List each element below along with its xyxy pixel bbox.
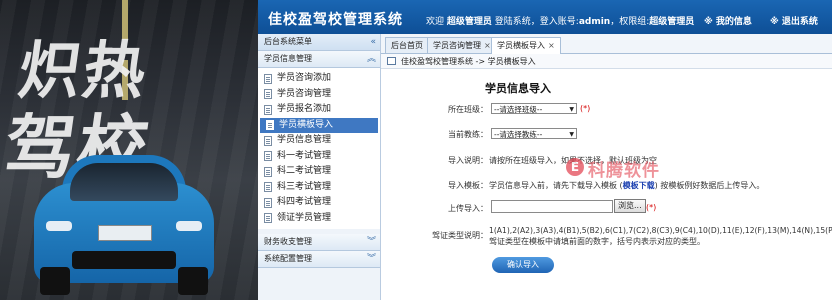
tab-bar: 后台首页 学员咨询管理 × 学员横板导入 × bbox=[381, 34, 832, 54]
tab-label: 后台首页 bbox=[391, 41, 423, 50]
account: admin bbox=[578, 17, 611, 27]
coach-label: 当前教练： bbox=[448, 130, 488, 139]
document-icon bbox=[264, 166, 272, 177]
sidebar-item-consult-manage[interactable]: 学员咨询管理 bbox=[258, 87, 380, 103]
document-icon bbox=[264, 197, 272, 208]
note-label: 导入说明： bbox=[448, 156, 488, 165]
sidebar-item-label: 学员咨询管理 bbox=[277, 88, 332, 99]
watermark-logo: E bbox=[566, 158, 584, 176]
sidebar-item-label: 领证学员管理 bbox=[277, 212, 332, 223]
tab-home[interactable]: 后台首页 bbox=[385, 37, 429, 53]
sidebar-item-template-import[interactable]: 学员横板导入 bbox=[260, 117, 378, 133]
license-line-1: 1(A1),2(A2),3(A3),4(B1),5(B2),6(C1),7(C2… bbox=[489, 226, 832, 235]
sidebar-list: 学员咨询添加 学员咨询管理 学员报名添加 学员横板导入 学员信息管理 科一考试管… bbox=[258, 68, 380, 229]
sidebar-item-label: 学员咨询添加 bbox=[277, 73, 332, 83]
sidebar-group-label: 系统配置管理 bbox=[264, 254, 312, 263]
sidebar-item-exam-4[interactable]: 科四考试管理 bbox=[258, 195, 380, 211]
class-select-value: --请选择班级-- bbox=[494, 105, 543, 114]
my-info-link[interactable]: ※ 我的信息 bbox=[704, 14, 752, 27]
upload-label: 上传导入： bbox=[448, 204, 488, 213]
chevron-down-icon: ︾ bbox=[366, 237, 376, 247]
document-icon bbox=[264, 104, 272, 115]
window-icon bbox=[387, 57, 396, 65]
top-header: 佳校盈驾校管理系统 欢迎 超级管理员 登陆系统，登入账号:admin，权限组:超… bbox=[258, 0, 832, 34]
collapse-left-icon[interactable]: « bbox=[370, 34, 376, 50]
template-text: 学员信息导入前，请先下载导入模板 (模板下载) 按模板例好数据后上传导入。 bbox=[489, 180, 764, 191]
welcome-prefix: 欢迎 bbox=[426, 17, 445, 27]
browse-button[interactable]: 浏览... bbox=[614, 199, 646, 213]
sidebar-item-enroll-add[interactable]: 学员报名添加 bbox=[258, 102, 380, 118]
sidebar-item-license[interactable]: 领证学员管理 bbox=[258, 211, 380, 227]
chevron-down-icon: ︾ bbox=[366, 254, 376, 264]
breadcrumb: 佳校盈驾校管理系统 -> 学员横板导入 bbox=[381, 54, 832, 69]
tab-label: 学员咨询管理 bbox=[433, 41, 481, 50]
breadcrumb-text: 佳校盈驾校管理系统 -> 学员横板导入 bbox=[401, 57, 536, 66]
sidebar-group-finance[interactable]: 财务收支管理 ︾ bbox=[258, 234, 380, 251]
document-icon bbox=[264, 182, 272, 193]
sidebar-item-label: 科三考试管理 bbox=[277, 181, 332, 192]
sidebar-menu-title: 后台系统菜单 « bbox=[258, 34, 380, 51]
template-text-after: ) 按模板例好数据后上传导入。 bbox=[654, 181, 765, 190]
sidebar-group-student[interactable]: 学员信息管理 ︽ bbox=[258, 51, 380, 68]
sidebar-item-label: 科二考试管理 bbox=[277, 166, 332, 176]
sidebar-menu-title-label: 后台系统菜单 bbox=[264, 37, 312, 46]
template-download-link[interactable]: 模板下载 bbox=[623, 181, 655, 190]
dropdown-arrow-icon: ▼ bbox=[569, 131, 574, 138]
class-select[interactable]: --请选择班级-- ▼ bbox=[491, 103, 577, 114]
page-title: 学员信息导入 bbox=[485, 82, 551, 95]
sidebar-item-student-info[interactable]: 学员信息管理 bbox=[258, 133, 380, 149]
sidebar-item-label: 学员信息管理 bbox=[277, 135, 332, 145]
sidebar-item-exam-2[interactable]: 科二考试管理 bbox=[258, 164, 380, 180]
file-input[interactable] bbox=[491, 200, 613, 213]
tab-template-import[interactable]: 学员横板导入 × bbox=[491, 37, 561, 54]
coach-select-value: --请选择教练-- bbox=[494, 130, 543, 139]
license-line-2: 驾证类型在模板中请填前面的数字，括号内表示对应的类型。 bbox=[489, 237, 705, 246]
logout-link[interactable]: ※ 退出系统 bbox=[770, 14, 818, 27]
sidebar-group-label: 学员信息管理 bbox=[264, 54, 312, 63]
role-text: ，权限组: bbox=[610, 17, 650, 27]
template-text-before: 学员信息导入前，请先下载导入模板 ( bbox=[489, 181, 623, 190]
class-label: 所在班级： bbox=[448, 105, 488, 114]
login-text: 登陆系统，登入账号: bbox=[494, 17, 579, 27]
app-title: 佳校盈驾校管理系统 bbox=[268, 12, 403, 28]
license-label: 驾证类型说明： bbox=[432, 231, 488, 240]
sidebar-item-exam-3[interactable]: 科三考试管理 bbox=[258, 180, 380, 196]
sidebar-item-label: 学员报名添加 bbox=[277, 104, 332, 114]
document-icon bbox=[264, 135, 272, 146]
username: 超级管理员 bbox=[446, 17, 492, 27]
close-icon[interactable]: × bbox=[548, 41, 555, 50]
sidebar: 后台系统菜单 « 学员信息管理 ︽ 学员咨询添加 学员咨询管理 学员报名添加 学… bbox=[258, 34, 381, 300]
sidebar-group-system[interactable]: 系统配置管理 ︾ bbox=[258, 251, 380, 268]
user-info: 欢迎 超级管理员 登陆系统，登入账号:admin，权限组:超级管理员 bbox=[426, 14, 694, 27]
document-icon bbox=[264, 213, 272, 224]
watermark-text: 科腾软件 bbox=[588, 161, 660, 181]
document-icon bbox=[264, 89, 272, 100]
required-mark: (*) bbox=[580, 104, 591, 113]
document-icon bbox=[264, 151, 272, 162]
sidebar-group-label: 财务收支管理 bbox=[264, 237, 312, 246]
document-icon bbox=[264, 73, 272, 84]
car-image bbox=[24, 155, 224, 295]
sidebar-item-label: 科一考试管理 bbox=[277, 150, 332, 161]
hero-banner: 炽热 驾校 bbox=[0, 0, 258, 300]
chevron-up-icon: ︽ bbox=[366, 54, 376, 64]
role: 超级管理员 bbox=[649, 17, 695, 27]
dropdown-arrow-icon: ▼ bbox=[569, 106, 574, 113]
sidebar-item-consult-add[interactable]: 学员咨询添加 bbox=[258, 71, 380, 87]
close-icon[interactable]: × bbox=[484, 41, 491, 50]
required-mark: (*) bbox=[646, 203, 657, 212]
sidebar-item-label: 学员横板导入 bbox=[279, 119, 334, 130]
document-icon bbox=[266, 120, 274, 131]
coach-select[interactable]: --请选择教练-- ▼ bbox=[491, 128, 577, 139]
watermark: E 科腾软件 bbox=[566, 152, 706, 182]
template-label: 导入模板： bbox=[448, 181, 488, 190]
confirm-import-button[interactable]: 确认导入 bbox=[492, 257, 554, 273]
tab-label: 学员横板导入 bbox=[497, 41, 545, 50]
sidebar-item-exam-1[interactable]: 科一考试管理 bbox=[258, 149, 380, 165]
tab-consult-manage[interactable]: 学员咨询管理 × bbox=[427, 37, 497, 53]
sidebar-item-label: 科四考试管理 bbox=[277, 197, 332, 207]
